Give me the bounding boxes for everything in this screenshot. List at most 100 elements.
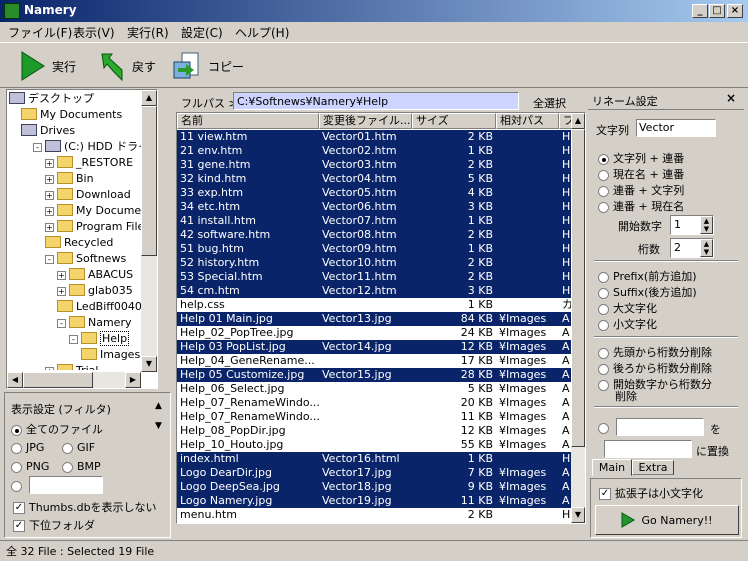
table-row[interactable]: 42 software.htm Vector08.htm 2 KB H — [177, 228, 571, 242]
expand-icon[interactable]: + — [45, 206, 54, 216]
hscroll-thumb[interactable] — [23, 372, 93, 388]
replace-from-input[interactable] — [616, 418, 704, 436]
tree-hscrollbar[interactable]: ◀ ▶ — [7, 372, 141, 388]
tree-item[interactable]: - (C:) HDD ドライブ — [33, 139, 142, 155]
opt-serial-current[interactable]: 連番 + 現在名 — [598, 198, 684, 214]
copy-button[interactable]: コピー — [172, 49, 244, 83]
tree-item[interactable]: Recycled — [45, 235, 113, 251]
menu-view[interactable]: 表示(V) — [73, 24, 115, 41]
table-row[interactable]: Help_08_PopDir.jpg 12 KB ¥Images A — [177, 424, 571, 438]
scroll-thumb[interactable] — [571, 129, 585, 447]
table-row[interactable]: Help 05 Customize.jpg Vector15.jpg 28 KB ¥I… — [177, 368, 571, 382]
table-row[interactable]: menu.htm 2 KB H — [177, 508, 571, 522]
table-row[interactable]: Logo Namery.jpg Vector19.jpg 11 KB ¥Images A — [177, 494, 571, 508]
table-row[interactable]: 34 etc.htm Vector06.htm 3 KB H — [177, 200, 571, 214]
tree-item[interactable]: Images — [81, 347, 140, 363]
table-row[interactable]: 54 cm.htm Vector12.htm 3 KB H — [177, 284, 571, 298]
expand-icon[interactable]: + — [45, 158, 54, 168]
expand-icon[interactable]: + — [45, 366, 54, 370]
table-row[interactable]: 11 view.htm Vector01.htm 2 KB H — [177, 130, 571, 144]
table-row[interactable]: help.css 1 KB カ — [177, 298, 571, 312]
filter-all-option[interactable]: 全てのファイル — [11, 421, 103, 437]
tree-item[interactable]: + ABACUS — [57, 267, 133, 283]
string-input[interactable]: Vector — [636, 119, 716, 137]
filter-jpg-option[interactable]: JPG — [11, 441, 44, 454]
col-size[interactable]: サイズ — [412, 113, 496, 129]
tree-item[interactable]: LedBiff00400 — [57, 299, 142, 315]
tree-item[interactable]: + My Documents — [45, 203, 142, 219]
table-row[interactable]: 51 bug.htm Vector09.htm 1 KB H — [177, 242, 571, 256]
opt-current-serial[interactable]: 現在名 + 連番 — [598, 166, 684, 182]
list-vscrollbar[interactable]: ▲ ▼ — [571, 113, 585, 523]
table-row[interactable]: Help_07_RenameWindo... 20 KB ¥Images A — [177, 396, 571, 410]
tab-extra[interactable]: Extra — [632, 460, 674, 475]
tree-item[interactable]: + Bin — [45, 171, 94, 187]
tree-item[interactable]: + Download — [45, 187, 131, 203]
tree-item[interactable]: デスクトップ — [9, 91, 94, 107]
filter-png-option[interactable]: PNG — [11, 460, 49, 473]
tree-item[interactable]: Drives — [21, 123, 75, 139]
opt-uppercase[interactable]: 大文字化 — [598, 300, 657, 316]
expand-icon[interactable]: + — [45, 174, 54, 184]
col-name[interactable]: 名前 — [177, 113, 319, 129]
tree-item[interactable]: + glab035 — [57, 283, 133, 299]
opt-serial-string[interactable]: 連番 + 文字列 — [598, 182, 684, 198]
opt-replace[interactable] — [598, 421, 613, 434]
folder-tree[interactable]: デスクトップ My Documents Drives - (C:) HDD ドライブ + _… — [6, 89, 158, 389]
filter-bmp-option[interactable]: BMP — [62, 460, 101, 473]
digits-spinner[interactable]: ▲ ▼ — [700, 239, 713, 257]
tree-item[interactable]: - Softnews — [45, 251, 126, 267]
expand-icon[interactable]: + — [45, 190, 54, 200]
tree-item[interactable]: - Namery — [57, 315, 131, 331]
file-list[interactable]: 名前 変更後ファイル... サイズ 相対パス フ 11 view.htm Vect… — [176, 112, 586, 524]
go-namery-button[interactable]: Go Namery!! — [595, 505, 739, 535]
table-row[interactable]: 32 kind.htm Vector04.htm 5 KB H — [177, 172, 571, 186]
menu-help[interactable]: ヘルプ(H) — [235, 24, 289, 41]
opt-del-front[interactable]: 先頭から桁数分削除 — [598, 344, 712, 360]
table-row[interactable]: Help_07_RenameWindo... 11 KB ¥Images A — [177, 410, 571, 424]
filter-custom-input[interactable] — [29, 476, 103, 494]
replace-to-input[interactable] — [604, 440, 692, 458]
opt-prefix[interactable]: Prefix(前方追加) — [598, 268, 697, 284]
filter-custom-option[interactable] — [11, 479, 26, 492]
scroll-up-button[interactable]: ▲ — [571, 113, 585, 129]
scroll-down-button[interactable]: ▼ — [141, 356, 157, 372]
table-row[interactable]: 33 exp.htm Vector05.htm 4 KB H — [177, 186, 571, 200]
tree-item[interactable]: + _RESTORE — [45, 155, 133, 171]
table-row[interactable]: Logo DeepSea.jpg Vector18.jpg 9 KB ¥Images A — [177, 480, 571, 494]
tree-item[interactable]: - Help — [69, 331, 130, 347]
menu-run[interactable]: 実行(R) — [127, 24, 169, 41]
expand-icon[interactable]: + — [45, 222, 54, 232]
scroll-left-button[interactable]: ◀ — [7, 372, 23, 388]
ext-lowercase-checkbox[interactable]: ✓ 拡張子は小文字化 — [599, 485, 703, 501]
table-row[interactable]: Logo DearDir.jpg Vector17.jpg 7 KB ¥Images A — [177, 466, 571, 480]
close-icon[interactable]: × — [726, 91, 736, 105]
col-relpath[interactable]: 相対パス — [496, 113, 559, 129]
tree-item[interactable]: + Program Files — [45, 219, 142, 235]
menu-file[interactable]: ファイル(F) — [8, 24, 72, 41]
select-all-button[interactable]: 全選択 — [533, 95, 566, 111]
hide-thumbs-checkbox[interactable]: ✓ Thumbs.dbを表示しない — [13, 499, 157, 515]
path-input[interactable]: C:¥Softnews¥Namery¥Help — [233, 92, 519, 110]
table-row[interactable]: 41 install.htm Vector07.htm 1 KB H — [177, 214, 571, 228]
tree-vscrollbar[interactable]: ▲ ▼ — [141, 90, 157, 372]
table-row[interactable]: Help_06_Select.jpg 5 KB ¥Images A — [177, 382, 571, 396]
start-number-spinner[interactable]: ▲ ▼ — [700, 216, 713, 234]
scroll-up-button[interactable]: ▲ — [141, 90, 157, 106]
table-row[interactable]: 21 env.htm Vector02.htm 1 KB H — [177, 144, 571, 158]
collapse-icon[interactable]: - — [45, 254, 54, 264]
expand-icon[interactable]: + — [57, 270, 66, 280]
dropdown-arrow-icon[interactable]: ▼ — [155, 421, 162, 431]
table-row[interactable]: 53 Special.htm Vector11.htm 2 KB H — [177, 270, 571, 284]
opt-suffix[interactable]: Suffix(後方追加) — [598, 284, 697, 300]
collapse-icon[interactable]: - — [69, 334, 78, 344]
scroll-thumb[interactable] — [141, 106, 157, 256]
maximize-button[interactable]: □ — [709, 4, 725, 18]
opt-lowercase[interactable]: 小文字化 — [598, 316, 657, 332]
tree-item[interactable]: My Documents — [21, 107, 122, 123]
scroll-down-button[interactable]: ▼ — [571, 507, 585, 523]
table-row[interactable]: 31 gene.htm Vector03.htm 2 KB H — [177, 158, 571, 172]
tab-main[interactable]: Main — [592, 459, 632, 476]
undo-button[interactable]: 戻す — [98, 49, 156, 83]
table-row[interactable]: Help 03 PopList.jpg Vector14.jpg 12 KB ¥Ima… — [177, 340, 571, 354]
